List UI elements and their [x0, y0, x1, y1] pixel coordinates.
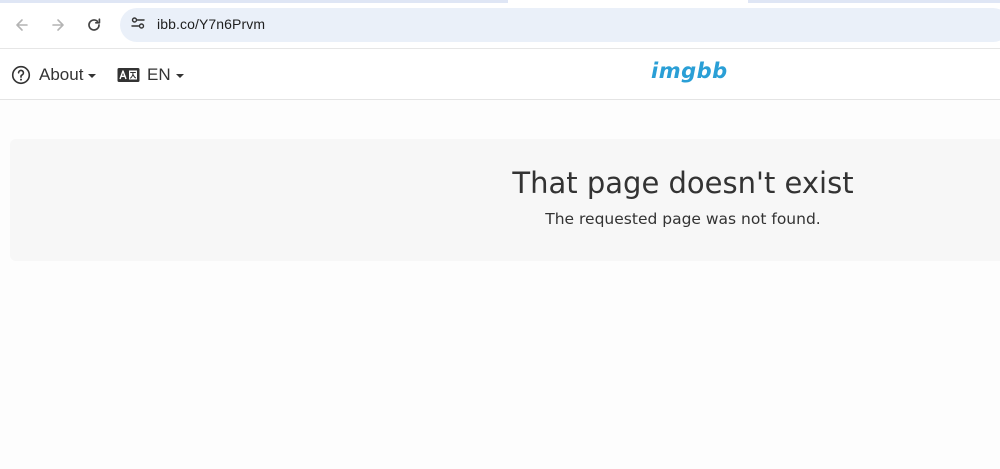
language-menu[interactable]: EN [117, 63, 184, 87]
page-title: That page doesn't exist [512, 166, 854, 200]
imgbb-logo[interactable]: imgbb [651, 59, 728, 83]
error-message: The requested page was not found. [545, 210, 821, 228]
arrow-right-icon [50, 17, 66, 33]
active-tab-edge [508, 0, 748, 3]
forward-button[interactable] [45, 12, 71, 38]
chevron-down-icon [175, 74, 184, 78]
site-header: About EN imgbb [0, 49, 1000, 100]
reload-icon [86, 17, 102, 33]
chevron-down-icon [88, 74, 97, 78]
site-info-button[interactable] [128, 15, 148, 35]
reload-button[interactable] [81, 12, 107, 38]
tune-icon [130, 15, 146, 35]
about-label: About [39, 65, 84, 84]
browser-toolbar: ibb.co/Y7n6Prvm [0, 0, 1000, 49]
about-menu[interactable]: About [11, 63, 97, 87]
arrow-left-icon [14, 17, 30, 33]
language-label: EN [147, 65, 171, 84]
error-notice [10, 139, 1000, 261]
tab-strip [0, 0, 1000, 3]
back-button[interactable] [9, 12, 35, 38]
language-icon [117, 67, 140, 83]
question-circle-icon [11, 65, 31, 85]
address-bar[interactable]: ibb.co/Y7n6Prvm [120, 8, 1000, 42]
url-text[interactable]: ibb.co/Y7n6Prvm [157, 16, 265, 32]
